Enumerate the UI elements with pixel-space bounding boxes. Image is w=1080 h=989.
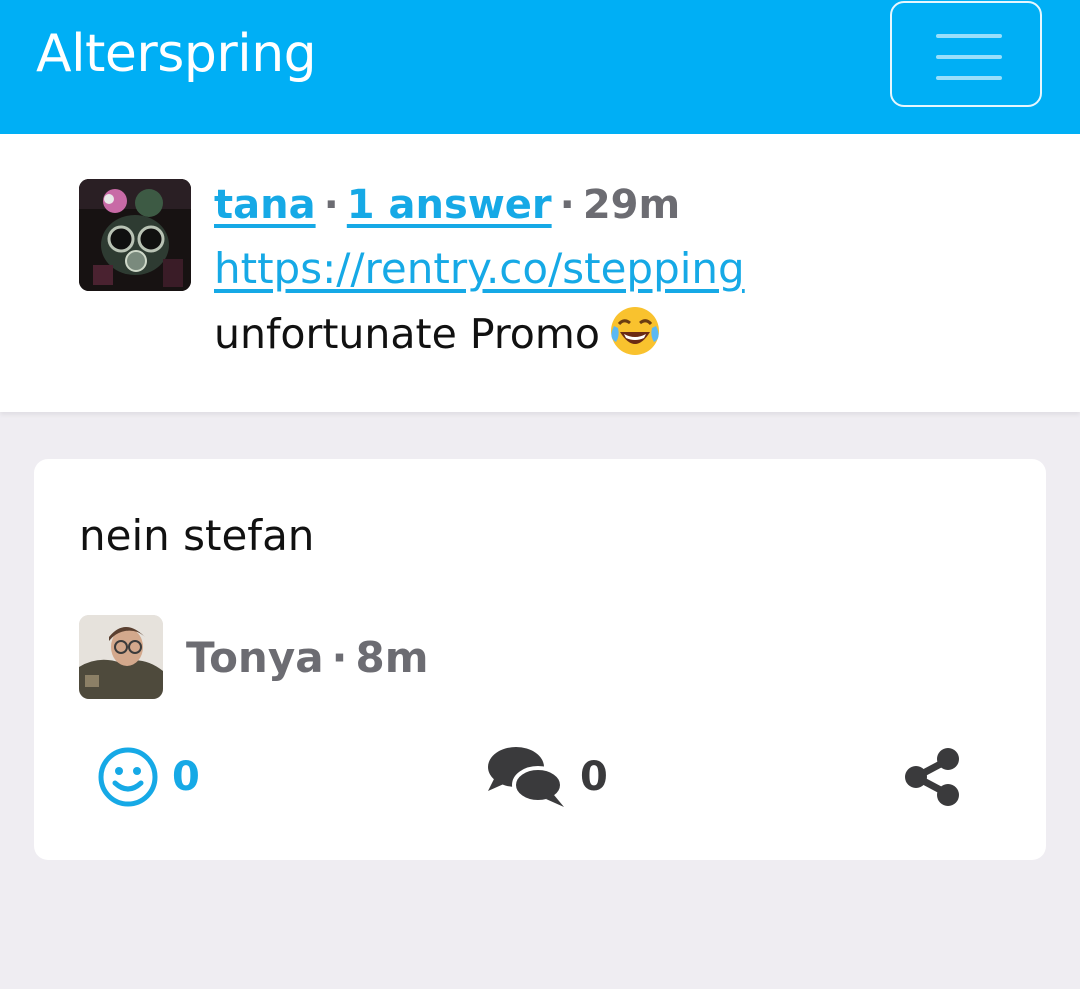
answer-time: 8m [355, 633, 429, 682]
answer-author-avatar[interactable] [79, 615, 163, 699]
app-title[interactable]: Alterspring [36, 24, 317, 84]
share-button[interactable] [902, 747, 962, 807]
question-url-link[interactable]: https://rentry.co/stepping [214, 244, 745, 293]
comments-button[interactable]: 0 [486, 745, 608, 809]
question-text: unfortunate Promo [214, 310, 600, 358]
reactions-button[interactable]: 0 [96, 745, 200, 809]
question-time: 29m [582, 182, 681, 228]
answer-author-name[interactable]: Tonya [186, 633, 324, 682]
answer-text: nein stefan [79, 511, 315, 560]
menu-toggle-button[interactable] [890, 1, 1042, 107]
comments-count: 0 [580, 754, 608, 800]
avatar-image [79, 179, 191, 291]
question-panel: tana · 1 answer · 29m https://rentry.co/step… [0, 134, 1080, 412]
tears-of-joy-emoji-icon [608, 304, 662, 358]
comments-icon [488, 747, 564, 807]
smiley-icon [98, 747, 158, 807]
share-icon [905, 748, 959, 806]
question-text-line: unfortunate Promo [214, 307, 662, 364]
answers-count-link[interactable]: 1 answer [347, 182, 552, 228]
reactions-count: 0 [172, 754, 200, 800]
question-author-link[interactable]: tana [214, 182, 316, 228]
avatar-image [79, 615, 163, 699]
answer-card: nein stefan Tonya · 8m 0 0 [34, 459, 1046, 860]
question-author-avatar[interactable] [79, 179, 191, 291]
answer-meta: Tonya · 8m [186, 633, 429, 682]
top-navbar: Alterspring [0, 0, 1080, 134]
question-meta: tana · 1 answer · 29m [214, 182, 681, 228]
